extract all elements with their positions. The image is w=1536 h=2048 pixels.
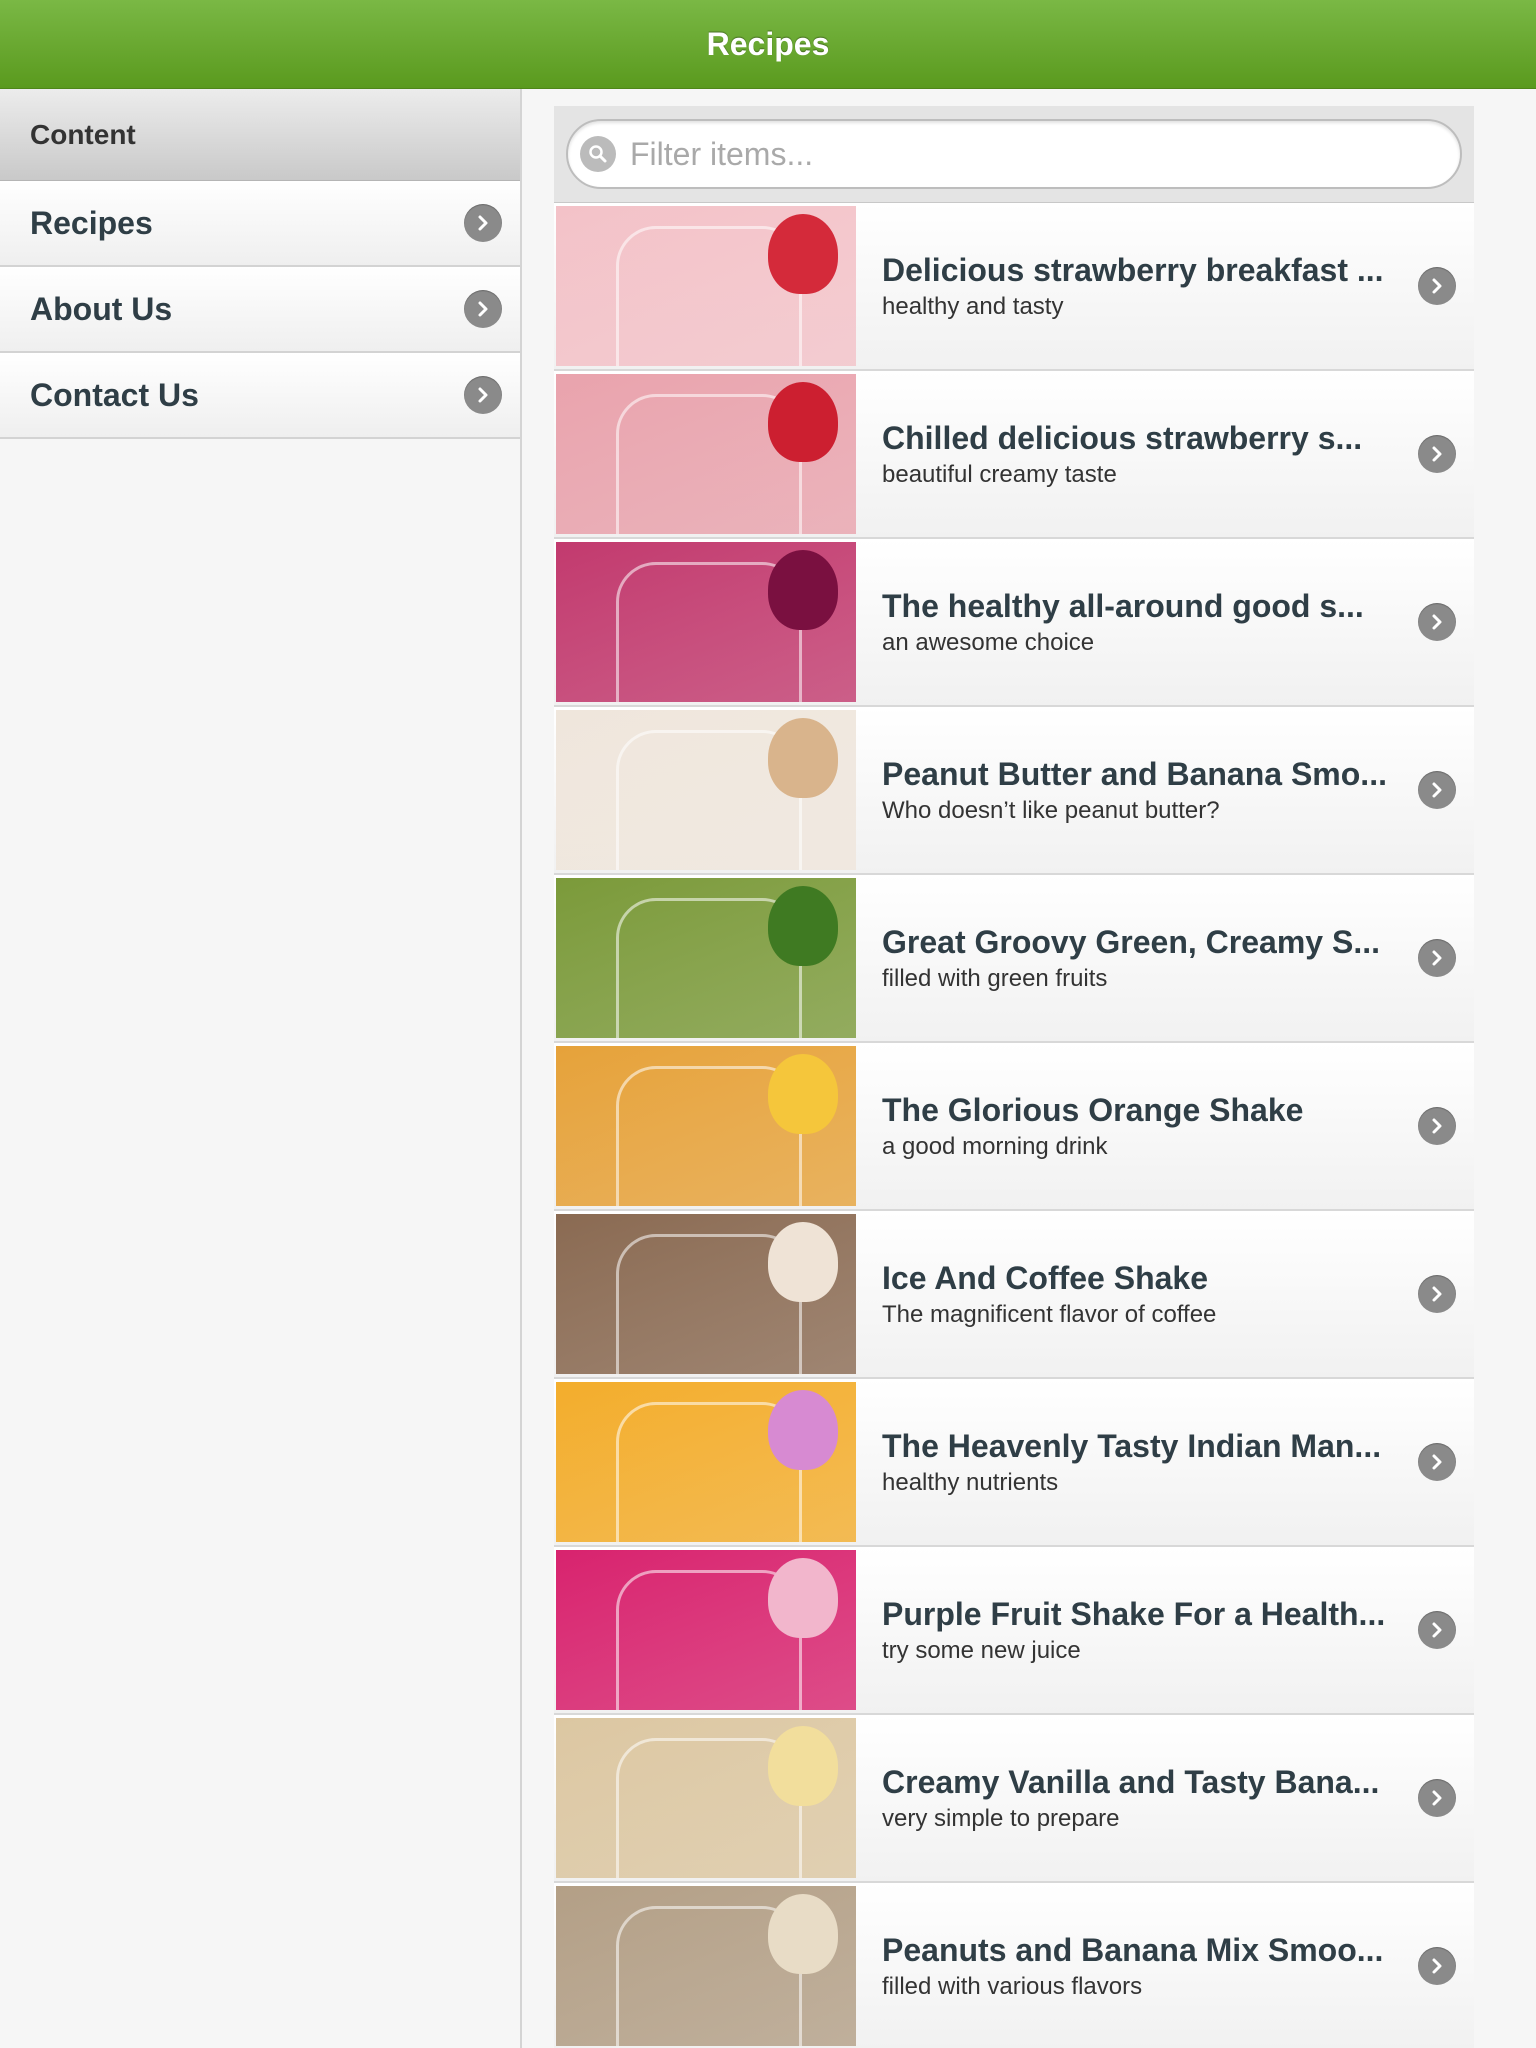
- recipe-subtitle: a good morning drink: [882, 1132, 1108, 1160]
- recipe-text: The healthy all-around good s... an aweso…: [856, 588, 1418, 657]
- recipe-title: The healthy all-around good s...: [882, 587, 1364, 624]
- recipe-thumbnail: [556, 542, 856, 702]
- garnish-shape: [768, 214, 838, 294]
- app-header: Recipes: [0, 0, 1536, 89]
- chevron-right-icon: [464, 376, 502, 414]
- garnish-shape: [768, 1726, 838, 1806]
- recipe-thumbnail: [556, 1046, 856, 1206]
- recipe-title: The Heavenly Tasty Indian Man...: [882, 1427, 1382, 1464]
- recipe-subtitle: healthy nutrients: [882, 1468, 1059, 1496]
- recipe-subtitle: Who doesn’t like peanut butter?: [882, 796, 1220, 824]
- recipe-thumbnail: [556, 710, 856, 870]
- chevron-right-icon: [1418, 1275, 1456, 1313]
- recipe-title: Great Groovy Green, Creamy S...: [882, 923, 1380, 960]
- chevron-right-icon: [1418, 939, 1456, 977]
- recipe-text: The Heavenly Tasty Indian Man... healthy …: [856, 1428, 1418, 1497]
- chevron-right-icon: [1418, 603, 1456, 641]
- recipe-thumbnail: [556, 1214, 856, 1374]
- recipe-title: The Glorious Orange Shake: [882, 1091, 1304, 1128]
- recipe-text: Ice And Coffee Shake The magnificent flav…: [856, 1260, 1418, 1329]
- recipe-subtitle: The magnificent flavor of coffee: [882, 1300, 1217, 1328]
- list-item[interactable]: Delicious strawberry breakfast ... health…: [554, 203, 1474, 371]
- recipe-subtitle: very simple to prepare: [882, 1804, 1120, 1832]
- recipe-text: Chilled delicious strawberry s... beautif…: [856, 420, 1418, 489]
- sidebar-heading: Content: [0, 89, 520, 181]
- garnish-shape: [768, 382, 838, 462]
- list-item[interactable]: The Glorious Orange Shake a good morning …: [554, 1043, 1474, 1211]
- garnish-shape: [768, 1390, 838, 1470]
- list-item[interactable]: Creamy Vanilla and Tasty Bana... very sim…: [554, 1715, 1474, 1883]
- sidebar: Content Recipes About Us Contact Us: [0, 89, 522, 2048]
- chevron-right-icon: [464, 204, 502, 242]
- garnish-shape: [768, 1894, 838, 1974]
- recipe-subtitle: filled with various flavors: [882, 1972, 1143, 2000]
- list-item[interactable]: Peanut Butter and Banana Smo... Who doesn…: [554, 707, 1474, 875]
- recipe-thumbnail: [556, 878, 856, 1038]
- garnish-shape: [768, 1222, 838, 1302]
- recipe-text: Creamy Vanilla and Tasty Bana... very sim…: [856, 1764, 1418, 1833]
- recipe-text: Peanuts and Banana Mix Smoo... filled wit…: [856, 1932, 1418, 2001]
- chevron-right-icon: [464, 290, 502, 328]
- garnish-shape: [768, 1558, 838, 1638]
- recipe-title: Peanut Butter and Banana Smo...: [882, 755, 1387, 792]
- list-item[interactable]: The healthy all-around good s... an aweso…: [554, 539, 1474, 707]
- list-item[interactable]: Great Groovy Green, Creamy S... filled wi…: [554, 875, 1474, 1043]
- list-item[interactable]: Chilled delicious strawberry s... beautif…: [554, 371, 1474, 539]
- recipe-subtitle: filled with green fruits: [882, 964, 1108, 992]
- header-title: Recipes: [706, 25, 830, 62]
- list-item[interactable]: Peanuts and Banana Mix Smoo... filled wit…: [554, 1883, 1474, 2048]
- recipe-subtitle: beautiful creamy taste: [882, 460, 1117, 488]
- recipe-list: Delicious strawberry breakfast ... health…: [554, 203, 1474, 2048]
- recipe-thumbnail: [556, 206, 856, 366]
- chevron-right-icon: [1418, 1947, 1456, 1985]
- chevron-right-icon: [1418, 1443, 1456, 1481]
- filter-field[interactable]: [566, 119, 1462, 189]
- chevron-right-icon: [1418, 435, 1456, 473]
- recipe-thumbnail: [556, 1886, 856, 2046]
- sidebar-item-about-us[interactable]: About Us: [0, 267, 520, 353]
- chevron-right-icon: [1418, 771, 1456, 809]
- sidebar-item-recipes[interactable]: Recipes: [0, 181, 520, 267]
- search-icon: [580, 136, 616, 172]
- recipe-subtitle: an awesome choice: [882, 628, 1095, 656]
- chevron-right-icon: [1418, 1779, 1456, 1817]
- sidebar-item-label: About Us: [30, 290, 173, 327]
- garnish-shape: [768, 718, 838, 798]
- chevron-right-icon: [1418, 1611, 1456, 1649]
- recipe-subtitle: healthy and tasty: [882, 292, 1064, 320]
- recipe-text: Peanut Butter and Banana Smo... Who doesn…: [856, 756, 1418, 825]
- recipe-subtitle: try some new juice: [882, 1636, 1081, 1664]
- list-item[interactable]: Purple Fruit Shake For a Health... try so…: [554, 1547, 1474, 1715]
- list-item[interactable]: The Heavenly Tasty Indian Man... healthy …: [554, 1379, 1474, 1547]
- recipe-title: Creamy Vanilla and Tasty Bana...: [882, 1763, 1380, 1800]
- sidebar-item-contact-us[interactable]: Contact Us: [0, 353, 520, 439]
- garnish-shape: [768, 550, 838, 630]
- list-item[interactable]: Ice And Coffee Shake The magnificent flav…: [554, 1211, 1474, 1379]
- recipe-thumbnail: [556, 1382, 856, 1542]
- recipe-thumbnail: [556, 1718, 856, 1878]
- recipe-title: Ice And Coffee Shake: [882, 1259, 1209, 1296]
- garnish-shape: [768, 1054, 838, 1134]
- sidebar-item-label: Recipes: [30, 204, 153, 241]
- recipe-title: Peanuts and Banana Mix Smoo...: [882, 1931, 1384, 1968]
- recipe-thumbnail: [556, 1550, 856, 1710]
- filter-input[interactable]: [628, 134, 1412, 174]
- chevron-right-icon: [1418, 267, 1456, 305]
- recipe-list-panel: Delicious strawberry breakfast ... health…: [554, 106, 1474, 2048]
- recipe-text: Purple Fruit Shake For a Health... try so…: [856, 1596, 1418, 1665]
- filter-bar: [554, 106, 1474, 203]
- garnish-shape: [768, 886, 838, 966]
- chevron-right-icon: [1418, 1107, 1456, 1145]
- recipe-text: The Glorious Orange Shake a good morning …: [856, 1092, 1418, 1161]
- recipe-title: Purple Fruit Shake For a Health...: [882, 1595, 1386, 1632]
- sidebar-item-label: Contact Us: [30, 376, 199, 413]
- recipe-text: Great Groovy Green, Creamy S... filled wi…: [856, 924, 1418, 993]
- recipe-text: Delicious strawberry breakfast ... health…: [856, 252, 1418, 321]
- recipe-title: Delicious strawberry breakfast ...: [882, 251, 1384, 288]
- recipe-thumbnail: [556, 374, 856, 534]
- recipe-title: Chilled delicious strawberry s...: [882, 419, 1363, 456]
